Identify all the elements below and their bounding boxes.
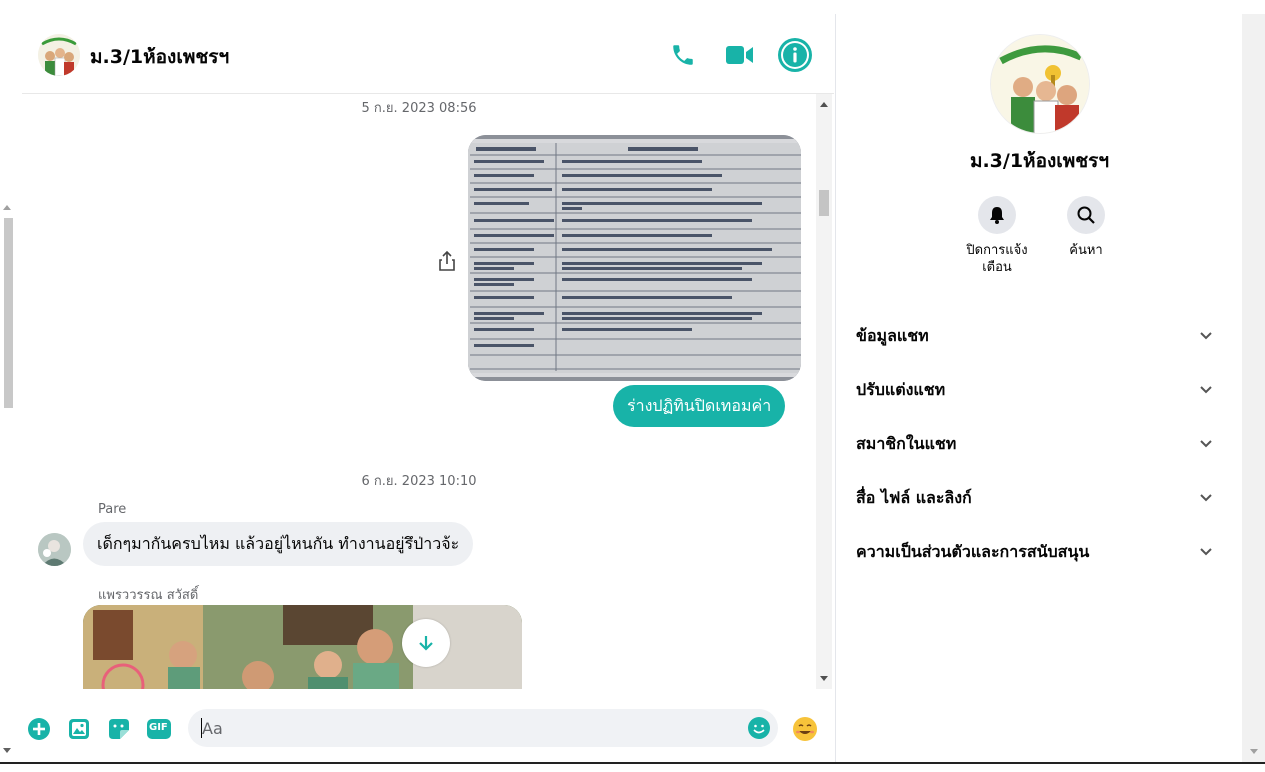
date-separator: 6 ก.ย. 2023 10:10 — [361, 474, 477, 489]
chevron-down-icon — [1196, 542, 1216, 562]
section-chat-info[interactable]: ข้อมูลแชท — [856, 316, 1216, 356]
section-label: สื่อ ไฟล์ และลิงก์ — [856, 487, 972, 507]
page-scrollbar[interactable] — [0, 200, 14, 762]
image-icon[interactable] — [66, 716, 92, 742]
incoming-message[interactable]: เด็กๆมากันครบไหม แล้วอยู่ไหนกัน ทำงานอยู… — [83, 522, 474, 566]
chat-info-panel: ม.3/1ห้องเพชรฯ ปิดการแจ้งเตือน ค้นหา ข้อ… — [835, 14, 1242, 762]
search-label: ค้นหา — [1069, 243, 1103, 258]
emoji-icon[interactable] — [748, 717, 770, 739]
scroll-up-arrow[interactable] — [820, 102, 828, 107]
window-scrollbar[interactable] — [1242, 14, 1265, 762]
chevron-down-icon — [1196, 380, 1216, 400]
sender-name: แพรววรรณ สวัสดิ์ — [98, 588, 199, 603]
message-input-wrapper[interactable] — [188, 709, 778, 747]
section-label: ปรับแต่งแชท — [856, 379, 946, 399]
section-label: ข้อมูลแชท — [856, 325, 929, 345]
scroll-down-arrow[interactable] — [3, 748, 11, 753]
scroll-down-arrow[interactable] — [1250, 749, 1258, 754]
section-chat-members[interactable]: สมาชิกในแชท — [856, 424, 1216, 464]
info-icon[interactable] — [778, 38, 812, 72]
group-avatar[interactable] — [38, 34, 80, 76]
download-button[interactable] — [402, 619, 450, 667]
section-label: สมาชิกในแชท — [856, 433, 957, 453]
search-action[interactable]: ค้นหา — [1041, 196, 1131, 259]
message-list[interactable]: 5 ก.ย. 2023 08:56 ร่างปฏิทินปิดเทอมค่า 6… — [22, 94, 816, 689]
message-scrollbar[interactable] — [816, 94, 832, 689]
bell-icon[interactable] — [978, 196, 1016, 234]
scroll-up-arrow[interactable] — [3, 205, 11, 210]
chevron-down-icon — [1196, 434, 1216, 454]
chat-header: ม.3/1ห้องเพชรฯ — [22, 14, 834, 94]
video-icon[interactable] — [722, 38, 756, 72]
date-separator: 5 ก.ย. 2023 08:56 — [361, 101, 477, 116]
gif-icon[interactable]: GIF — [146, 716, 172, 742]
reaction-emoji-icon[interactable] — [792, 716, 818, 742]
scroll-down-arrow[interactable] — [820, 676, 828, 681]
phone-icon[interactable] — [666, 38, 700, 72]
mute-notifications-action[interactable]: ปิดการแจ้งเตือน — [952, 196, 1042, 276]
scroll-thumb[interactable] — [4, 218, 13, 408]
chat-title[interactable]: ม.3/1ห้องเพชรฯ — [90, 42, 229, 72]
chat-pane: ม.3/1ห้องเพชรฯ 5 ก.ย. 2023 08:56 ร่างปฏิ… — [22, 14, 834, 762]
section-customize-chat[interactable]: ปรับแต่งแชท — [856, 370, 1216, 410]
sender-avatar[interactable] — [38, 533, 71, 566]
messenger-window: ม.3/1ห้องเพชรฯ 5 ก.ย. 2023 08:56 ร่างปฏิ… — [0, 0, 1265, 772]
calendar-photo[interactable] — [468, 135, 801, 381]
taskbar-edge — [0, 762, 1265, 772]
chevron-down-icon — [1196, 488, 1216, 508]
share-icon[interactable] — [436, 249, 458, 273]
sender-name: Pare — [98, 502, 127, 517]
classroom-photo[interactable] — [83, 605, 522, 689]
section-label: ความเป็นส่วนตัวและการสนับสนุน — [856, 541, 1090, 561]
outgoing-message[interactable]: ร่างปฏิทินปิดเทอมค่า — [613, 385, 786, 427]
chevron-down-icon — [1196, 326, 1216, 346]
scroll-thumb[interactable] — [819, 190, 829, 216]
group-avatar-large[interactable] — [990, 34, 1090, 134]
mute-label: ปิดการแจ้งเตือน — [966, 243, 1028, 275]
section-media-files-links[interactable]: สื่อ ไฟล์ และลิงก์ — [856, 478, 1216, 518]
message-input[interactable] — [202, 709, 722, 747]
composer: GIF — [22, 694, 834, 762]
plus-icon[interactable] — [26, 716, 52, 742]
search-icon[interactable] — [1067, 196, 1105, 234]
section-privacy-support[interactable]: ความเป็นส่วนตัวและการสนับสนุน — [856, 532, 1216, 572]
gif-label: GIF — [149, 722, 168, 733]
panel-chat-name: ม.3/1ห้องเพชรฯ — [969, 150, 1110, 172]
sticker-icon[interactable] — [106, 716, 132, 742]
